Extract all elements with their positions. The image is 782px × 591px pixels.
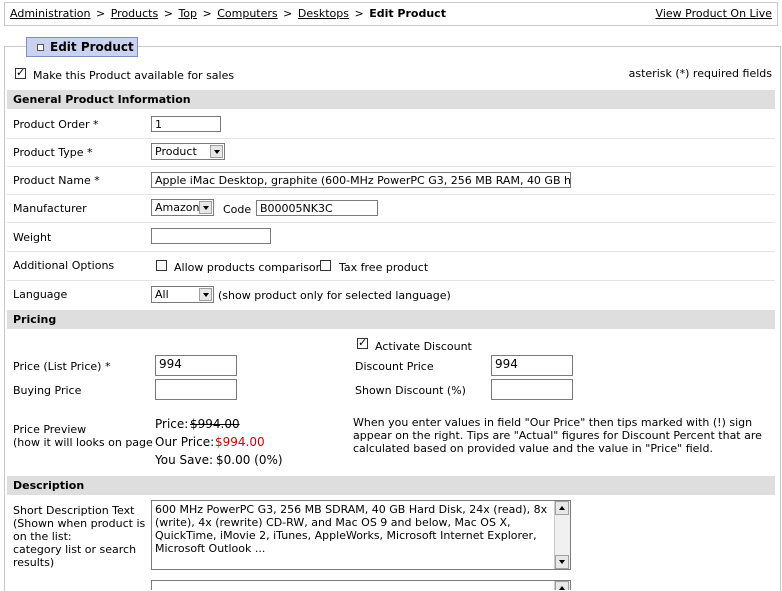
breadcrumb-separator: > xyxy=(283,7,293,20)
preview-price-label: Price: xyxy=(155,417,189,431)
breadcrumb-current: Edit Product xyxy=(369,7,446,20)
price-label: Price (List Price) * xyxy=(13,360,111,373)
textarea-scrollbar[interactable] xyxy=(554,581,570,590)
buying-price-input[interactable] xyxy=(155,379,237,400)
full-description-textarea[interactable] xyxy=(151,580,571,590)
breadcrumb-top[interactable]: Top xyxy=(178,7,197,20)
preview-price-value: $994.00 xyxy=(190,417,240,431)
available-checkbox[interactable] xyxy=(15,66,26,79)
breadcrumb-administration[interactable]: Administration xyxy=(10,7,91,20)
manufacturer-select[interactable]: Amazon xyxy=(151,199,214,216)
breadcrumb-separator: > xyxy=(163,7,173,20)
tax-free-label: Tax free product xyxy=(339,261,429,274)
scroll-up-icon[interactable] xyxy=(555,501,569,515)
short-description-note-2: on the list: xyxy=(13,530,72,543)
product-type-label: Product Type * xyxy=(13,146,93,159)
section-description: Description xyxy=(7,476,775,495)
preview-save-label: You Save: xyxy=(155,453,213,467)
breadcrumb-separator: > xyxy=(202,7,212,20)
discount-price-input[interactable]: 994 xyxy=(491,355,573,376)
textarea-scrollbar[interactable] xyxy=(554,501,570,569)
price-preview-sublabel: (how it will looks on page) xyxy=(13,436,158,449)
tax-free-checkbox[interactable] xyxy=(320,260,331,271)
language-value: All xyxy=(155,288,169,301)
chevron-down-icon[interactable] xyxy=(199,201,212,214)
breadcrumb: Administration > Products > Top > Comput… xyxy=(10,7,446,20)
shown-discount-label: Shown Discount (%) xyxy=(355,384,466,397)
allow-comparison-label: Allow products comparison xyxy=(174,261,323,274)
tab-bullet-icon xyxy=(37,44,44,51)
divider xyxy=(7,280,775,281)
code-input[interactable]: B00005NK3C xyxy=(256,200,378,216)
scroll-up-icon[interactable] xyxy=(555,581,569,590)
short-description-note-3: category list or search xyxy=(13,543,137,556)
weight-input[interactable] xyxy=(151,228,271,244)
language-label: Language xyxy=(13,288,68,301)
short-description-textarea[interactable]: 600 MHz PowerPC G3, 256 MB SDRAM, 40 GB … xyxy=(151,500,571,570)
manufacturer-value: Amazon xyxy=(155,201,200,214)
activate-discount-checkbox[interactable] xyxy=(357,336,368,349)
short-description-note-4: results) xyxy=(13,556,55,569)
language-note: (show product only for selected language… xyxy=(218,289,451,302)
price-preview-label: Price Preview xyxy=(13,423,87,436)
breadcrumb-separator: > xyxy=(354,7,364,20)
additional-options-label: Additional Options xyxy=(13,259,115,272)
tab-label: Edit Product xyxy=(50,40,134,54)
product-order-label: Product Order * xyxy=(13,118,99,131)
divider xyxy=(7,222,775,223)
preview-our-label: Our Price: xyxy=(155,435,215,449)
price-input[interactable]: 994 xyxy=(155,355,237,376)
section-general: General Product Information xyxy=(7,90,775,109)
divider xyxy=(7,251,775,252)
view-product-live-link[interactable]: View Product On Live xyxy=(656,7,772,20)
discount-tip-box xyxy=(578,359,746,376)
shown-discount-input[interactable] xyxy=(491,379,573,400)
buying-price-label: Buying Price xyxy=(13,384,82,397)
product-name-input[interactable]: Apple iMac Desktop, graphite (600-MHz Po… xyxy=(151,172,571,188)
language-select[interactable]: All xyxy=(151,286,214,303)
product-type-value: Product xyxy=(155,145,197,158)
product-type-select[interactable]: Product xyxy=(151,143,225,160)
chevron-down-icon[interactable] xyxy=(199,288,212,301)
divider xyxy=(7,194,775,195)
allow-comparison-checkbox[interactable] xyxy=(156,260,167,271)
product-order-input[interactable]: 1 xyxy=(151,116,221,132)
divider xyxy=(7,166,775,167)
breadcrumb-desktops[interactable]: Desktops xyxy=(298,7,349,20)
manufacturer-label: Manufacturer xyxy=(13,202,87,215)
available-label: Make this Product available for sales xyxy=(33,69,235,82)
product-name-label: Product Name * xyxy=(13,174,100,187)
breadcrumb-separator: > xyxy=(96,7,106,20)
chevron-down-icon[interactable] xyxy=(210,145,223,158)
short-description-label: Short Description Text xyxy=(13,504,135,517)
weight-label: Weight xyxy=(13,231,52,244)
code-label: Code xyxy=(223,203,252,216)
divider xyxy=(7,138,775,139)
tab-edit-product[interactable]: Edit Product xyxy=(26,37,138,57)
pricing-tip-text: When you enter values in field "Our Pric… xyxy=(353,416,762,455)
discount-price-label: Discount Price xyxy=(355,360,434,373)
section-pricing: Pricing xyxy=(7,310,775,329)
breadcrumb-computers[interactable]: Computers xyxy=(217,7,277,20)
short-description-text: 600 MHz PowerPC G3, 256 MB SDRAM, 40 GB … xyxy=(155,503,548,555)
required-note: asterisk (*) required fields xyxy=(628,67,772,80)
preview-our-value: $994.00 xyxy=(215,435,265,449)
short-description-note-1: (Shown when product is xyxy=(13,517,146,530)
breadcrumb-products[interactable]: Products xyxy=(111,7,159,20)
scroll-down-icon[interactable] xyxy=(555,555,569,569)
preview-save-value: $0.00 (0%) xyxy=(216,453,283,467)
activate-discount-label: Activate Discount xyxy=(375,340,472,353)
